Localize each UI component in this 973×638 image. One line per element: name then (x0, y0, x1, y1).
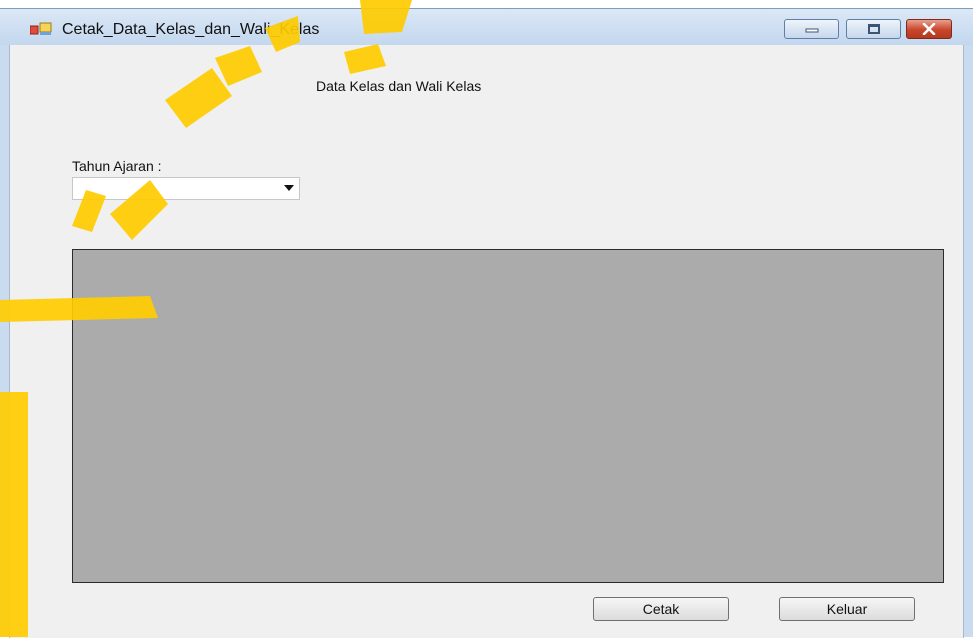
tahun-ajaran-label: Tahun Ajaran : (72, 158, 162, 174)
app-icon (30, 22, 52, 35)
maximize-button[interactable] (846, 19, 901, 39)
minimize-icon (805, 28, 818, 33)
app-window: Cetak_Data_Kelas_dan_Wali_Kelas Data Kel… (0, 8, 973, 638)
cetak-button[interactable]: Cetak (593, 597, 729, 621)
maximize-icon (867, 24, 880, 34)
form-client-area: Data Kelas dan Wali Kelas Tahun Ajaran :… (9, 45, 964, 638)
window-title: Cetak_Data_Kelas_dan_Wali_Kelas (62, 21, 320, 38)
keluar-button[interactable]: Keluar (779, 597, 915, 621)
title-bar[interactable]: Cetak_Data_Kelas_dan_Wali_Kelas (0, 9, 973, 45)
close-icon (922, 23, 936, 35)
minimize-button[interactable] (784, 19, 839, 39)
close-button[interactable] (906, 19, 952, 39)
form-heading: Data Kelas dan Wali Kelas (316, 78, 482, 94)
dropdown-arrow-icon[interactable] (284, 185, 294, 191)
report-viewer-area[interactable] (72, 249, 944, 583)
tahun-ajaran-combobox[interactable] (72, 177, 300, 200)
